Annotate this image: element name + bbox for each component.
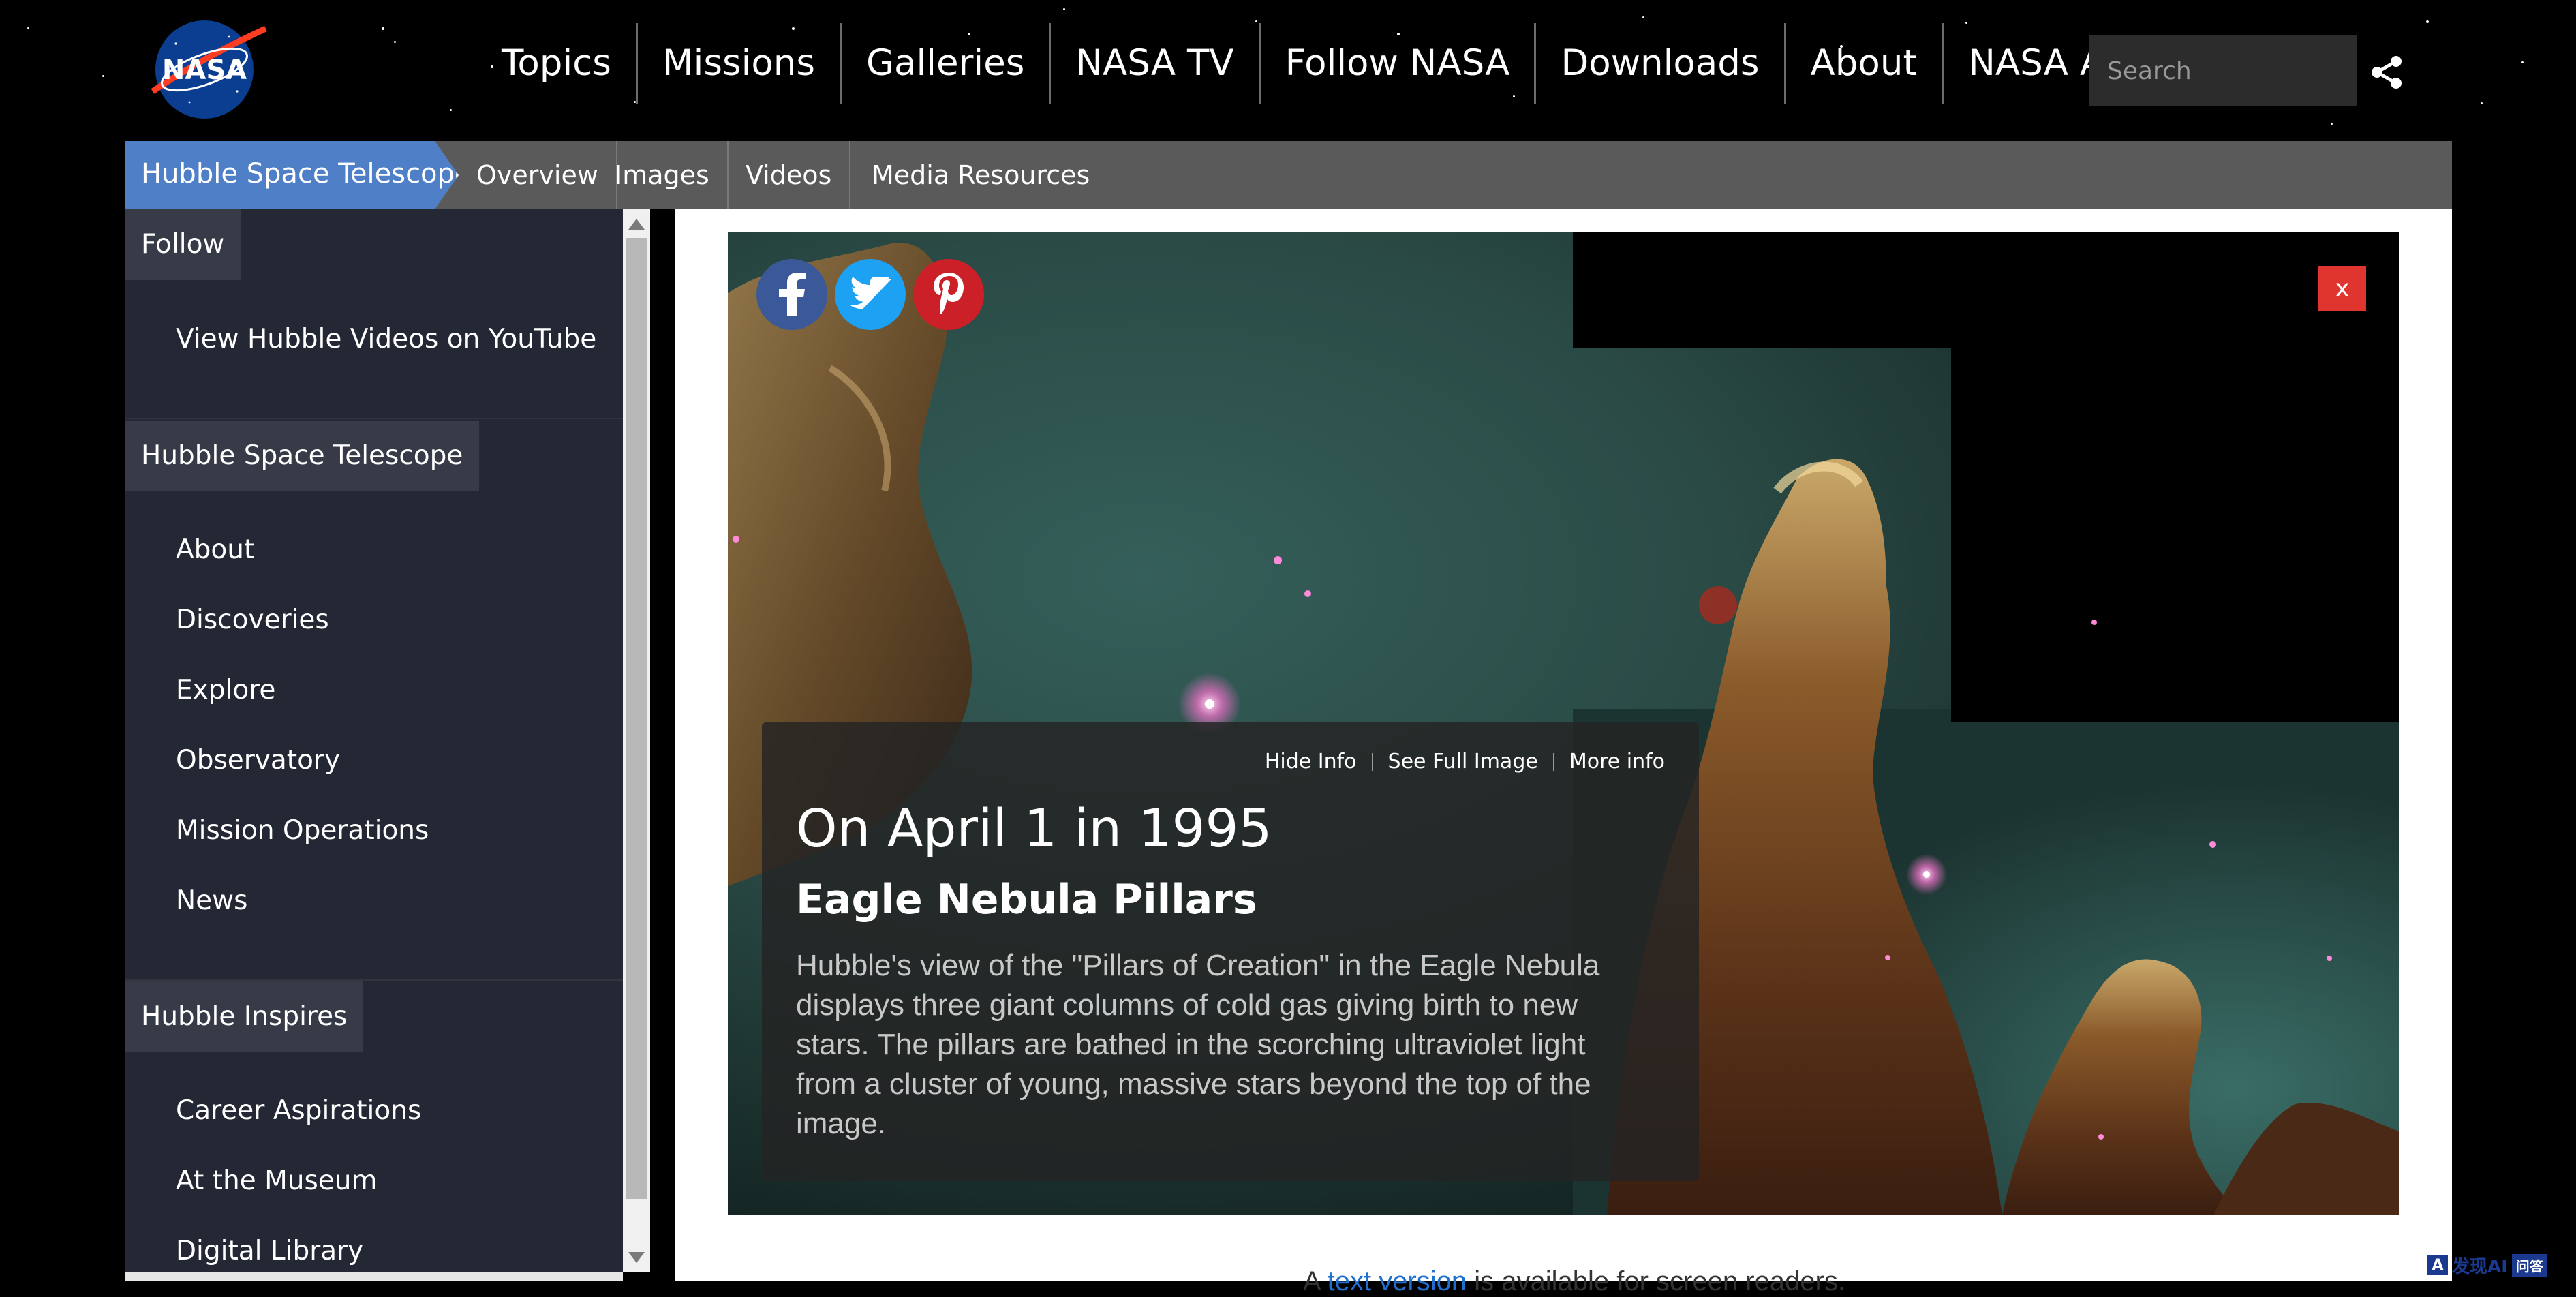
nav-nasa-tv[interactable]: NASA TV — [1051, 20, 1258, 106]
scrollbar-thumb[interactable] — [626, 238, 647, 1199]
link-divider — [1371, 752, 1373, 771]
twitter-share-button[interactable] — [835, 259, 906, 330]
nav-downloads[interactable]: Downloads — [1536, 20, 1783, 106]
scroll-up-arrow[interactable] — [628, 219, 645, 230]
more-info-link[interactable]: More info — [1569, 750, 1665, 774]
share-icon[interactable] — [2369, 55, 2404, 90]
nav-about[interactable]: About — [1786, 20, 1942, 106]
nav-follow-nasa[interactable]: Follow NASA — [1261, 20, 1535, 106]
image-date: On April 1 in 1995 — [796, 799, 1272, 859]
sidebar-item-at-the-museum[interactable]: At the Museum — [176, 1165, 377, 1196]
sidebar-item-about[interactable]: About — [176, 534, 254, 565]
nasa-logo[interactable]: NASA — [149, 16, 271, 119]
facebook-icon — [779, 273, 806, 316]
horizontal-scrollbar[interactable] — [125, 1272, 623, 1281]
sidebar-divider — [125, 418, 623, 419]
sidebar-item-explore[interactable]: Explore — [176, 675, 275, 705]
watermark-tag: 问答 — [2511, 1253, 2547, 1277]
info-links: Hide Info See Full Image More info — [1265, 750, 1665, 774]
image-info-panel: Hide Info See Full Image More info On Ap… — [762, 722, 1699, 1181]
section-nav: Hubble Space Telescope Overview Images V… — [125, 141, 2452, 209]
facebook-share-button[interactable] — [756, 259, 827, 330]
nav-missions[interactable]: Missions — [638, 20, 840, 106]
sidebar-item-digital-library[interactable]: Digital Library — [176, 1236, 363, 1266]
text-version-link[interactable]: text version — [1328, 1266, 1467, 1296]
pinterest-share-button[interactable] — [913, 259, 984, 330]
watermark-logo: A — [2427, 1255, 2448, 1275]
section-nav-home-label: Hubble Space Telescope — [141, 158, 472, 189]
section-nav-videos[interactable]: Videos — [728, 141, 851, 209]
search-box — [2089, 35, 2414, 107]
search-input[interactable] — [2089, 35, 2414, 107]
twitter-icon — [850, 277, 891, 309]
sidebar-item-career-aspirations[interactable]: Career Aspirations — [176, 1095, 421, 1126]
section-nav-media-resources[interactable]: Media Resources — [854, 141, 1107, 209]
image-description: Hubble's view of the "Pillars of Creatio… — [796, 949, 1600, 1140]
section-nav-images[interactable]: Images — [597, 141, 729, 209]
svg-text:NASA: NASA — [162, 55, 247, 86]
watermark-brand: 发现AI — [2452, 1256, 2508, 1277]
sidebar-item-discoveries[interactable]: Discoveries — [176, 605, 329, 635]
sidebar-item-observatory[interactable]: Observatory — [176, 745, 340, 776]
note-text-before: A — [1303, 1266, 1328, 1296]
see-full-image-link[interactable]: See Full Image — [1388, 750, 1538, 774]
nav-topics[interactable]: Topics — [477, 20, 636, 106]
sidebar-divider — [125, 979, 623, 981]
image-title: Eagle Nebula Pillars — [796, 876, 1257, 924]
top-nav: Topics Missions Galleries NASA TV Follow… — [477, 20, 2291, 106]
screen-reader-note: A text version is available for screen r… — [1303, 1266, 1845, 1297]
watermark: A 发现AI 问答 — [2427, 1251, 2572, 1279]
sidebar-scrollbar[interactable] — [623, 209, 650, 1272]
hide-info-link[interactable]: Hide Info — [1265, 750, 1357, 774]
sidebar-section-hubble[interactable]: Hubble Space Telescope — [125, 421, 480, 491]
link-divider — [1552, 752, 1554, 771]
close-button[interactable]: x — [2318, 266, 2366, 311]
pinterest-icon — [934, 273, 964, 314]
sidebar-section-follow[interactable]: Follow — [125, 209, 241, 280]
sidebar-item-news[interactable]: News — [176, 885, 247, 916]
lightbox: x Hide Info See Full Image More info On … — [728, 232, 2399, 1215]
sidebar: Follow View Hubble Videos on YouTube Hub… — [125, 209, 623, 1281]
sidebar-section-hubble-inspires[interactable]: Hubble Inspires — [125, 981, 364, 1052]
nav-galleries[interactable]: Galleries — [842, 20, 1049, 106]
scroll-down-arrow[interactable] — [628, 1252, 645, 1263]
section-nav-home[interactable]: Hubble Space Telescope — [125, 141, 459, 209]
sidebar-item-youtube[interactable]: View Hubble Videos on YouTube — [176, 324, 596, 354]
note-text-after: is available for screen readers. — [1467, 1266, 1845, 1296]
sidebar-item-mission-operations[interactable]: Mission Operations — [176, 815, 429, 846]
section-nav-overview[interactable]: Overview — [459, 141, 617, 209]
